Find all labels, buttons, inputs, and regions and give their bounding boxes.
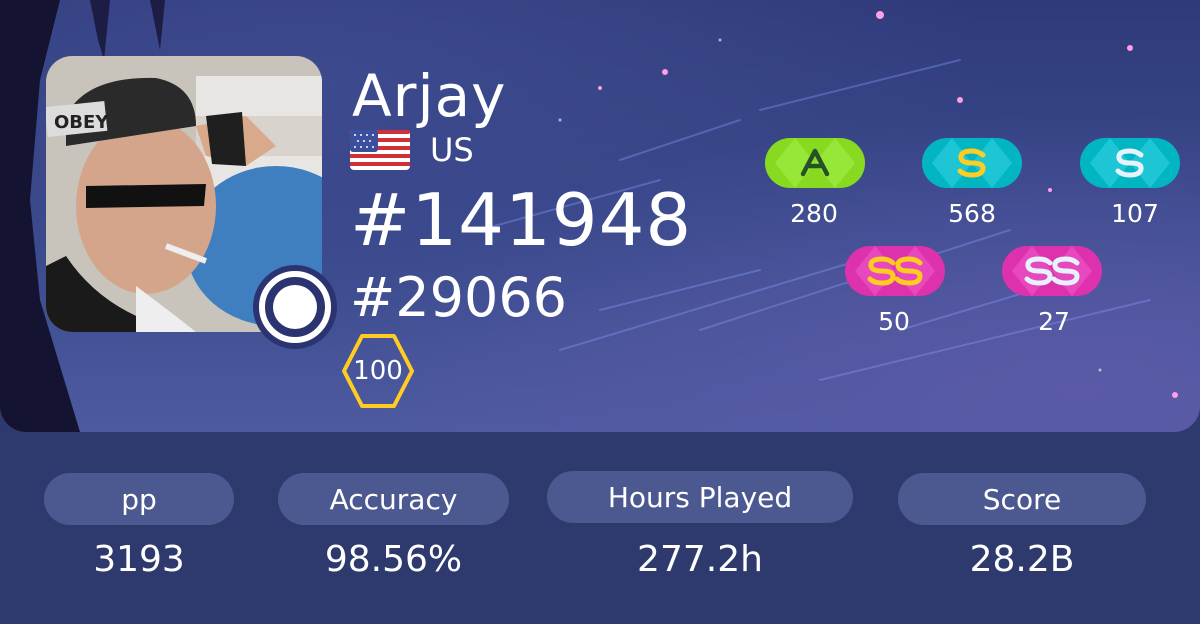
stat-score-label: Score bbox=[898, 473, 1146, 525]
grade-s-badge bbox=[922, 138, 1022, 188]
stat-pp-value: 3193 bbox=[93, 539, 185, 580]
grade-sh-count: 107 bbox=[1111, 199, 1159, 228]
grade-a-icon bbox=[765, 138, 865, 188]
level-badge: 100 bbox=[341, 333, 415, 409]
grade-s-silver-icon bbox=[1080, 138, 1180, 188]
profile-banner: OBEY Arjay US #141948 #29066 100 280 568… bbox=[0, 0, 1200, 432]
supporter-badge bbox=[253, 265, 337, 349]
supporter-dot bbox=[273, 285, 317, 329]
grade-a-count: 280 bbox=[790, 199, 838, 228]
stat-score-value: 28.2B bbox=[969, 539, 1075, 580]
grade-s-gold-icon bbox=[922, 138, 1022, 188]
grade-a-badge bbox=[765, 138, 865, 188]
us-flag-icon bbox=[350, 130, 410, 170]
grade-ss-count: 50 bbox=[878, 307, 910, 336]
stat-hours-label: Hours Played bbox=[547, 471, 853, 523]
stat-accuracy-label: Accuracy bbox=[278, 473, 509, 525]
stat-pp-label: pp bbox=[44, 473, 234, 525]
grade-ss-gold-icon bbox=[845, 246, 945, 296]
country: US bbox=[350, 130, 474, 170]
username[interactable]: Arjay bbox=[352, 60, 507, 132]
grade-s-count: 568 bbox=[948, 199, 996, 228]
grade-sh-badge bbox=[1080, 138, 1180, 188]
grade-ss-silver-icon bbox=[1002, 246, 1102, 296]
svg-text:OBEY: OBEY bbox=[54, 112, 109, 133]
stat-hours-value: 277.2h bbox=[637, 539, 763, 580]
grade-ss-badge bbox=[845, 246, 945, 296]
grade-ssh-badge bbox=[1002, 246, 1102, 296]
country-code: US bbox=[430, 131, 474, 169]
grade-ssh-count: 27 bbox=[1038, 307, 1070, 336]
country-rank: #29066 bbox=[350, 266, 568, 329]
level-value: 100 bbox=[353, 356, 403, 386]
stat-accuracy-value: 98.56% bbox=[324, 539, 463, 580]
global-rank: #141948 bbox=[350, 178, 693, 262]
